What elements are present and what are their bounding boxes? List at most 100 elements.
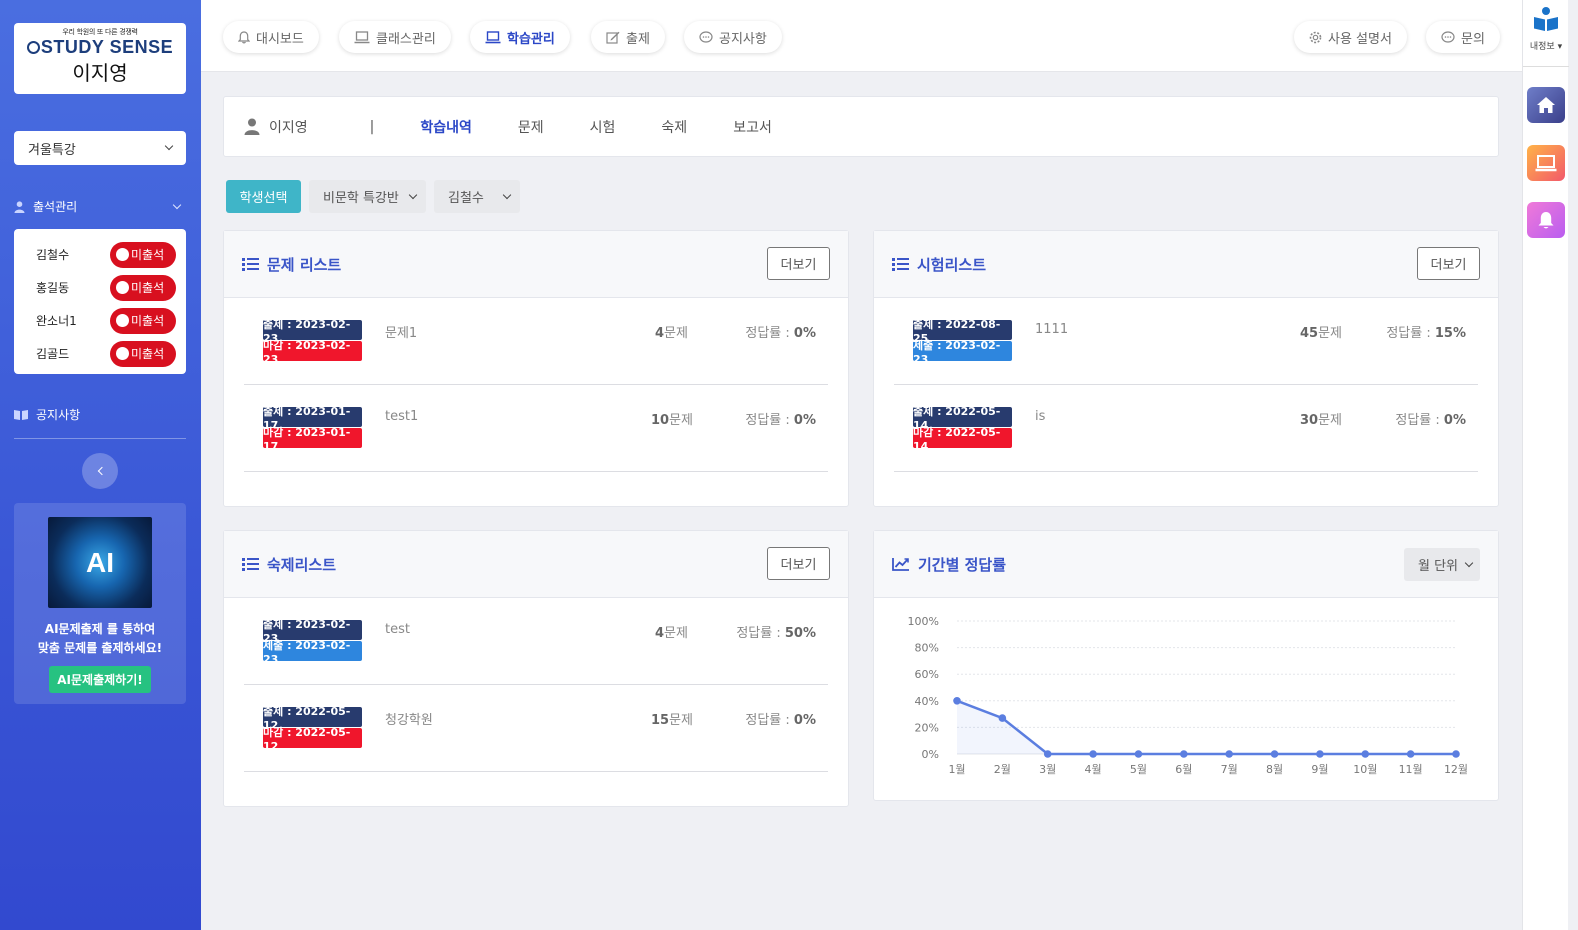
list-item[interactable]: 출제 : 2022-05-14 마감 : 2022-05-14 is 30문제 … xyxy=(894,385,1478,472)
homework-list-more-button[interactable]: 더보기 xyxy=(767,547,830,580)
list-item[interactable]: 출제 : 2023-02-23 제출 : 2023-02-23 test 4문제… xyxy=(244,598,828,685)
select-student-button[interactable]: 학생선택 xyxy=(226,180,301,213)
x-tick-label: 9월 xyxy=(1311,763,1328,776)
exam-list-card: 시험리스트 더보기 출제 : 2022-08-25 제출 : 2023-02-2… xyxy=(873,230,1499,507)
student-tab-bar: 이지영 | 학습내역 문제 시험 숙제 보고서 xyxy=(223,96,1499,157)
tab-problems[interactable]: 문제 xyxy=(518,117,544,137)
class-filter-select[interactable]: 비문학 특강반 xyxy=(309,180,426,213)
item-count-unit: 문제 xyxy=(664,326,688,341)
item-count: 4문제 xyxy=(655,622,688,641)
nav-assign-label: 출제 xyxy=(626,31,650,47)
x-tick-label: 1월 xyxy=(948,763,965,776)
data-point xyxy=(1316,750,1324,758)
nav-dashboard[interactable]: 대시보드 xyxy=(223,21,319,53)
ai-promo-text: AI문제출제 를 통하여 맞춤 문제를 출제하세요! xyxy=(14,620,186,658)
item-rate: 정답률 : 15% xyxy=(1386,322,1466,341)
bell-icon xyxy=(1538,211,1554,228)
logo-box[interactable]: 우리 학원의 또 다른 경쟁력 STUDY SENSE 이지영 xyxy=(14,23,186,94)
tab-learning-history[interactable]: 학습내역 xyxy=(420,117,472,137)
x-tick-label: 2월 xyxy=(994,763,1011,776)
submit-date-badge: 제출 : 2023-02-23 xyxy=(263,639,362,666)
item-rate-value: 50% xyxy=(784,626,816,641)
toggle-knob xyxy=(116,314,129,327)
attendance-list: 김철수 미출석 홍길동 미출석 완소너1 미출석 김골드 미출석 xyxy=(14,229,186,374)
nav-learning-management[interactable]: 학습관리 xyxy=(470,21,570,53)
chat-icon xyxy=(1441,30,1455,43)
tab-homework[interactable]: 숙제 xyxy=(661,117,687,137)
nav-learning-management-label: 학습관리 xyxy=(507,31,555,47)
item-count-unit: 문제 xyxy=(669,413,694,428)
item-rate-label: 정답률 : xyxy=(745,713,790,728)
chevron-left-icon xyxy=(97,466,106,476)
item-rate-value: 0% xyxy=(793,713,816,728)
list-item[interactable]: 출제 : 2023-02-23 마감 : 2023-02-23 문제1 4문제 … xyxy=(244,298,828,385)
data-point xyxy=(1225,750,1233,758)
inquiry-button[interactable]: 문의 xyxy=(1426,21,1500,53)
student-name: 완소너1 xyxy=(36,314,77,328)
exam-list-header: 시험리스트 더보기 xyxy=(874,231,1498,298)
student-filter-select[interactable]: 김철수 xyxy=(434,180,520,213)
chat-icon xyxy=(699,30,713,43)
ai-image-label: AI xyxy=(86,546,114,578)
my-info-button[interactable]: 내정보 ▾ xyxy=(1523,6,1569,52)
list-item[interactable]: 출제 : 2023-01-17 마감 : 2023-01-17 test1 10… xyxy=(244,385,828,472)
y-tick-label: 20% xyxy=(915,721,939,734)
my-info-label: 내정보 ▾ xyxy=(1529,42,1563,52)
nav-class-management[interactable]: 클래스관리 xyxy=(339,21,451,53)
chevron-down-icon xyxy=(164,141,174,151)
list-item[interactable]: 출제 : 2022-08-25 제출 : 2023-02-23 1111 45문… xyxy=(894,298,1478,385)
laptop-icon xyxy=(354,30,370,43)
collapse-sidebar-button[interactable] xyxy=(82,453,118,489)
home-button[interactable] xyxy=(1527,87,1565,123)
list-icon xyxy=(242,257,259,271)
gear-icon xyxy=(1309,31,1322,43)
tab-report[interactable]: 보고서 xyxy=(733,117,772,137)
nav-notice[interactable]: 공지사항 xyxy=(684,21,782,53)
y-tick-label: 40% xyxy=(915,695,939,708)
notification-button[interactable] xyxy=(1527,202,1565,238)
deadline-date-badge: 마감 : 2022-05-12 xyxy=(263,726,362,753)
item-rate-label: 정답률 : xyxy=(1395,413,1440,428)
edit-icon xyxy=(606,31,620,44)
notice-title: 공지사항 xyxy=(36,408,81,422)
attendance-section-header[interactable]: 출석관리 xyxy=(14,198,186,215)
period-unit-value: 월 단위 xyxy=(1418,559,1459,574)
ai-generate-button[interactable]: AI문제출제하기! xyxy=(49,666,151,693)
item-count: 30문제 xyxy=(1300,409,1342,428)
student-filter-value: 김철수 xyxy=(448,191,484,206)
ai-promo-line2: 맞춤 문제를 출제하세요! xyxy=(37,641,163,655)
problem-list-card: 문제 리스트 더보기 출제 : 2023-02-23 마감 : 2023-02-… xyxy=(223,230,849,507)
attendance-toggle[interactable]: 미출석 xyxy=(110,241,176,268)
item-rate: 정답률 : 0% xyxy=(1395,409,1466,428)
data-point xyxy=(1452,750,1460,758)
exam-list-more-button[interactable]: 더보기 xyxy=(1417,247,1480,280)
item-rate: 정답률 : 0% xyxy=(745,409,816,428)
item-count: 15문제 xyxy=(651,709,693,728)
class-button[interactable] xyxy=(1527,145,1565,181)
item-title: 1111 xyxy=(1035,322,1069,337)
right-rail: 내정보 ▾ xyxy=(1522,0,1569,930)
toggle-knob xyxy=(116,347,129,360)
item-count: 45문제 xyxy=(1300,322,1342,341)
manual-button[interactable]: 사용 설명서 xyxy=(1294,21,1407,53)
item-rate-label: 정답률 : xyxy=(745,413,790,428)
x-tick-label: 7월 xyxy=(1221,763,1238,776)
list-item[interactable]: 출제 : 2022-05-12 마감 : 2022-05-12 청강학원 15문… xyxy=(244,685,828,772)
attendance-toggle[interactable]: 미출석 xyxy=(110,340,176,367)
period-unit-select[interactable]: 월 단위 xyxy=(1404,548,1480,581)
sidebar-item-notice[interactable]: 공지사항 xyxy=(14,406,186,423)
problem-list-more-button[interactable]: 더보기 xyxy=(767,247,830,280)
class-select[interactable]: 겨울특강 xyxy=(14,131,186,165)
tab-exams[interactable]: 시험 xyxy=(590,117,616,137)
nav-assign[interactable]: 출제 xyxy=(591,21,665,53)
my-info-text: 내정보 xyxy=(1529,42,1555,52)
item-count-value: 4 xyxy=(655,326,665,341)
sidebar-divider xyxy=(14,438,186,439)
laptop-icon xyxy=(485,30,501,43)
user-name: 이지영 xyxy=(72,61,128,85)
attendance-toggle[interactable]: 미출석 xyxy=(110,274,176,301)
attendance-toggle[interactable]: 미출석 xyxy=(110,307,176,334)
homework-list-header: 숙제리스트 더보기 xyxy=(224,531,848,598)
book-open-icon xyxy=(14,410,28,420)
item-rate: 정답률 : 0% xyxy=(745,709,816,728)
